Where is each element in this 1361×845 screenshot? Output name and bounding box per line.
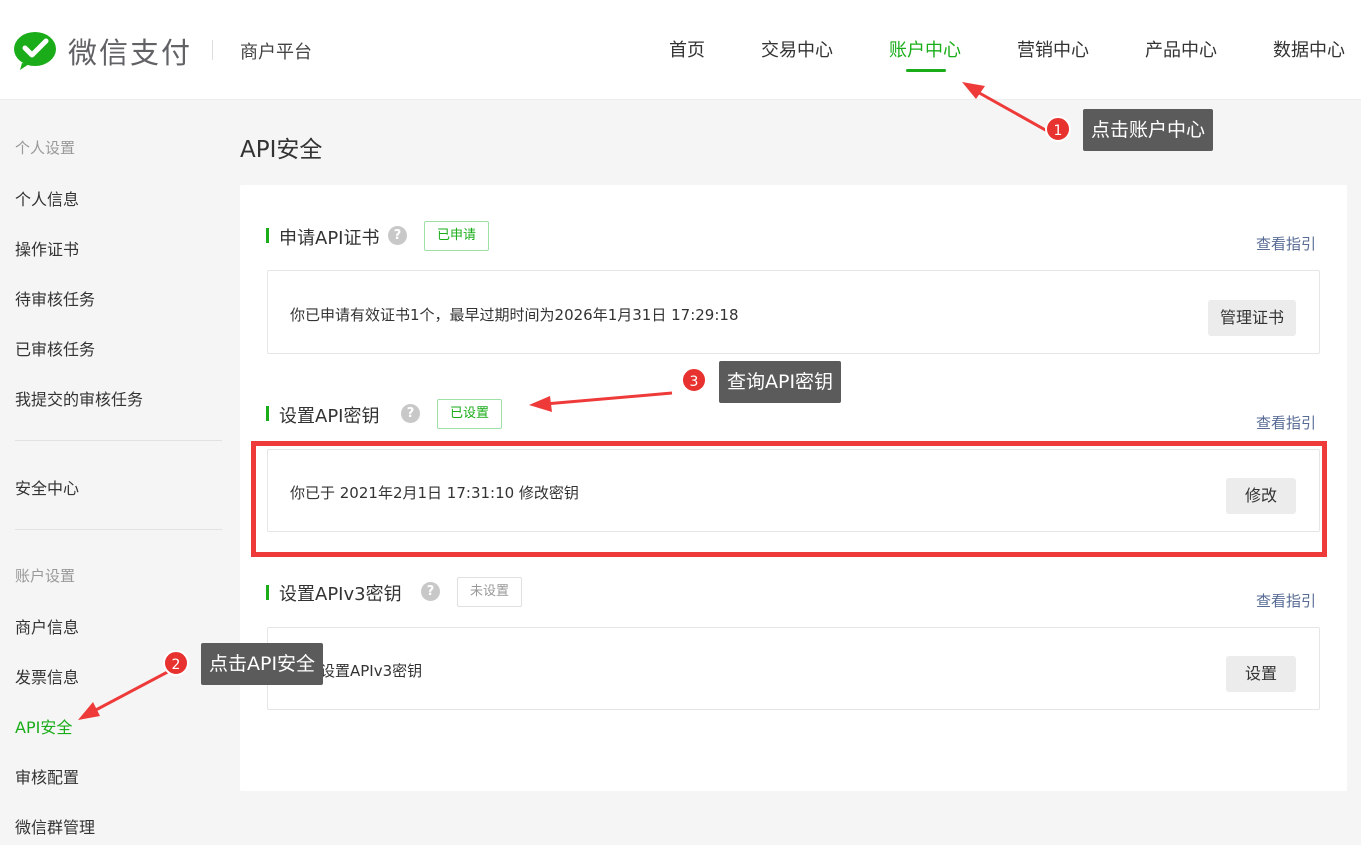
wechat-pay-logo[interactable]: 微信支付	[14, 30, 192, 72]
sidebar-item-personal-info[interactable]: 个人信息	[15, 186, 79, 210]
section-marker	[266, 585, 269, 600]
sidebar-item-api-security[interactable]: API安全	[15, 714, 72, 738]
page-title: API安全	[240, 137, 323, 163]
nav-products[interactable]: 产品中心	[1145, 36, 1217, 62]
sidebar-item-merchant-info[interactable]: 商户信息	[15, 614, 79, 638]
question-mark-icon[interactable]: ?	[388, 226, 407, 245]
set-apiv3-key-button[interactable]: 设置	[1226, 656, 1296, 692]
question-mark-icon[interactable]: ?	[421, 582, 440, 601]
tooltip-step-3: 查询API密钥	[719, 361, 842, 403]
logo-text: 微信支付	[68, 36, 193, 70]
step-badge-3: 3	[681, 367, 707, 393]
nav-marketing[interactable]: 营销中心	[1017, 36, 1089, 62]
section-marker	[266, 406, 269, 421]
tooltip-step-2: 点击API安全	[201, 643, 324, 685]
nav-home[interactable]: 首页	[669, 36, 705, 62]
sidebar-item-certificate[interactable]: 操作证书	[15, 236, 79, 260]
sidebar-item-wechat-group[interactable]: 微信群管理	[15, 814, 95, 838]
apiv3-key-panel	[267, 627, 1320, 710]
nav-transactions[interactable]: 交易中心	[761, 36, 833, 62]
highlight-box-api-key	[251, 441, 1327, 557]
sidebar-divider	[15, 529, 222, 530]
question-mark-icon[interactable]: ?	[401, 404, 420, 423]
manage-cert-button[interactable]: 管理证书	[1208, 300, 1296, 336]
sidebar-item-my-submissions[interactable]: 我提交的审核任务	[15, 386, 143, 410]
section-marker	[266, 228, 269, 243]
guide-link-api-key[interactable]: 查看指引	[1256, 412, 1316, 433]
sidebar-item-pending-review[interactable]: 待审核任务	[15, 286, 95, 310]
active-nav-underline	[906, 69, 946, 72]
step-badge-2: 2	[163, 650, 189, 676]
nav-account-center[interactable]: 账户中心	[889, 36, 961, 62]
nav-data[interactable]: 数据中心	[1273, 36, 1345, 62]
wechat-pay-logo-icon	[14, 31, 58, 71]
sidebar-item-invoice-info[interactable]: 发票信息	[15, 664, 79, 688]
section-title-api-cert: 申请API证书	[279, 228, 380, 249]
step-badge-1: 1	[1045, 116, 1071, 142]
status-badge-set: 已设置	[437, 399, 502, 429]
sidebar-item-reviewed[interactable]: 已审核任务	[15, 336, 95, 360]
platform-name: 商户平台	[240, 42, 312, 63]
sidebar-group-account: 账户设置	[15, 567, 76, 585]
sidebar-group-personal: 个人设置	[15, 139, 76, 157]
status-badge-applied: 已申请	[424, 221, 489, 251]
section-title-api-key: 设置API密钥	[279, 406, 380, 427]
api-cert-status-text: 你已申请有效证书1个，最早过期时间为2026年1月31日 17:29:18	[290, 306, 739, 324]
header-divider	[212, 40, 213, 60]
sidebar-item-security-center[interactable]: 安全中心	[15, 475, 79, 499]
guide-link-apiv3-key[interactable]: 查看指引	[1256, 590, 1316, 611]
sidebar-divider	[15, 440, 222, 441]
guide-link-api-cert[interactable]: 查看指引	[1256, 233, 1316, 254]
status-badge-not-set: 未设置	[457, 577, 522, 607]
section-title-apiv3-key: 设置APIv3密钥	[279, 584, 402, 605]
top-header: 微信支付 商户平台 首页 交易中心 账户中心 营销中心 产品中心 数据中心	[0, 0, 1361, 100]
sidebar-item-review-config[interactable]: 审核配置	[15, 764, 79, 788]
tooltip-step-1: 点击账户中心	[1083, 109, 1214, 151]
